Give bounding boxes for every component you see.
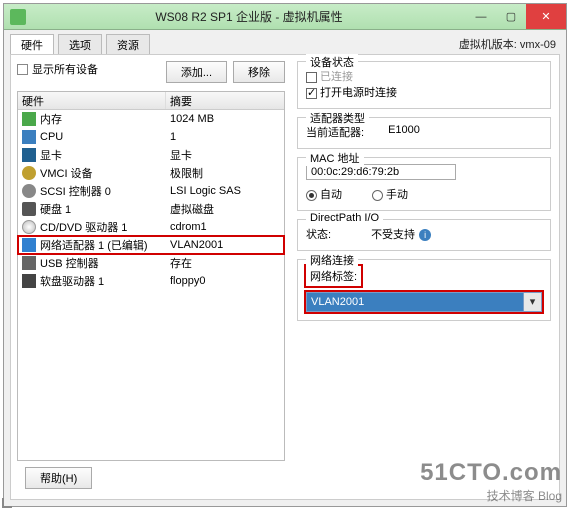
hw-summary: 极限制	[166, 165, 284, 181]
help-button[interactable]: 帮助(H)	[25, 467, 92, 489]
col-header-summary: 摘要	[166, 92, 284, 109]
group-directpath: DirectPath I/O 状态: 不受支持i	[297, 219, 551, 251]
tab-resources[interactable]: 资源	[106, 34, 150, 55]
hw-summary: 1024 MB	[166, 113, 284, 125]
hw-row-net[interactable]: 网络适配器 1 (已编辑) VLAN2001	[18, 236, 284, 254]
connected-label: 已连接	[320, 71, 353, 83]
adapter-type-legend: 适配器类型	[306, 110, 369, 126]
network-label-combo[interactable]: VLAN2001 ▾	[306, 292, 542, 312]
hw-name: CPU	[40, 131, 63, 143]
app-icon	[10, 9, 26, 25]
info-icon[interactable]: i	[419, 229, 431, 241]
close-button[interactable]: ✕	[526, 4, 566, 29]
adapter-type-label: 当前适配器:	[306, 124, 364, 140]
hw-summary: 虚拟磁盘	[166, 201, 284, 217]
cpu-icon	[22, 130, 36, 144]
col-header-hardware: 硬件	[18, 92, 166, 109]
hw-name: CD/DVD 驱动器 1	[40, 219, 127, 235]
minimize-button[interactable]: —	[466, 4, 496, 29]
watermark: 51CTO.com 技术博客 Blog	[420, 459, 562, 504]
hw-row-cd[interactable]: CD/DVD 驱动器 1 cdrom1	[18, 218, 284, 236]
hw-summary: 显卡	[166, 147, 284, 163]
titlebar: WS08 R2 SP1 企业版 - 虚拟机属性 — ▢ ✕	[4, 4, 566, 30]
remove-button[interactable]: 移除	[233, 61, 285, 83]
hw-row-disp[interactable]: 显卡 显卡	[18, 146, 284, 164]
hw-name: 网络适配器 1 (已编辑)	[40, 237, 148, 253]
cd-icon	[22, 220, 36, 234]
hw-name: USB 控制器	[40, 255, 99, 271]
mac-auto-label: 自动	[320, 189, 342, 201]
window-title: WS08 R2 SP1 企业版 - 虚拟机属性	[32, 8, 466, 25]
hw-summary: cdrom1	[166, 221, 284, 233]
hw-row-scsi[interactable]: SCSI 控制器 0 LSI Logic SAS	[18, 182, 284, 200]
hw-name: VMCI 设备	[40, 165, 93, 181]
add-button[interactable]: 添加...	[166, 61, 227, 83]
netconn-legend: 网络连接	[306, 252, 358, 268]
hw-name: 内存	[40, 111, 62, 127]
hw-summary: 1	[166, 131, 284, 143]
poweron-connect-checkbox[interactable]	[306, 88, 317, 99]
scsi-icon	[22, 184, 36, 198]
hw-summary: 存在	[166, 255, 284, 271]
device-status-legend: 设备状态	[306, 54, 358, 70]
adapter-type-value: E1000	[388, 124, 420, 140]
hw-row-usb[interactable]: USB 控制器 存在	[18, 254, 284, 272]
hw-name: SCSI 控制器 0	[40, 183, 111, 199]
hw-row-floppy[interactable]: 软盘驱动器 1 floppy0	[18, 272, 284, 290]
hw-name: 显卡	[40, 147, 62, 163]
group-mac: MAC 地址 00:0c:29:d6:79:2b 自动 手动	[297, 157, 551, 211]
tab-options[interactable]: 选项	[58, 34, 102, 55]
network-label-text: 网络标签:	[306, 266, 361, 286]
mac-auto-radio[interactable]	[306, 190, 317, 201]
mac-legend: MAC 地址	[306, 150, 364, 166]
group-network-connection: 网络连接 网络标签: VLAN2001 ▾	[297, 259, 551, 321]
tab-hardware[interactable]: 硬件	[10, 34, 54, 55]
show-all-devices-checkbox[interactable]	[17, 64, 28, 75]
floppy-icon	[22, 274, 36, 288]
watermark-small: 技术博客 Blog	[420, 487, 562, 504]
usb-icon	[22, 256, 36, 270]
vm-version-label: 虚拟机版本: vmx-09	[459, 36, 556, 52]
watermark-big: 51CTO.com	[420, 459, 562, 487]
net-icon	[22, 238, 36, 252]
corner-mark	[2, 498, 12, 508]
hw-summary: floppy0	[166, 275, 284, 287]
hw-row-mem[interactable]: 内存 1024 MB	[18, 110, 284, 128]
vmci-icon	[22, 166, 36, 180]
network-label-value: VLAN2001	[307, 296, 523, 308]
poweron-connect-label: 打开电源时连接	[320, 87, 397, 99]
maximize-button[interactable]: ▢	[496, 4, 526, 29]
connected-checkbox[interactable]	[306, 72, 317, 83]
mac-manual-radio[interactable]	[372, 190, 383, 201]
hw-name: 软盘驱动器 1	[40, 273, 104, 289]
mem-icon	[22, 112, 36, 126]
hw-row-cpu[interactable]: CPU 1	[18, 128, 284, 146]
mac-field[interactable]: 00:0c:29:d6:79:2b	[306, 164, 456, 180]
directpath-value: 不受支持	[371, 229, 415, 241]
chevron-down-icon[interactable]: ▾	[523, 293, 541, 311]
hw-row-vmci[interactable]: VMCI 设备 极限制	[18, 164, 284, 182]
directpath-legend: DirectPath I/O	[306, 212, 383, 224]
hw-name: 硬盘 1	[40, 201, 71, 217]
hw-summary: LSI Logic SAS	[166, 185, 284, 197]
show-all-devices-label: 显示所有设备	[32, 61, 98, 77]
hw-summary: VLAN2001	[166, 239, 284, 251]
disk-icon	[22, 202, 36, 216]
directpath-label: 状态:	[306, 226, 331, 242]
group-device-status: 设备状态 已连接 打开电源时连接	[297, 61, 551, 109]
disp-icon	[22, 148, 36, 162]
hardware-list: 硬件 摘要 内存1024 MBCPU1显卡显卡VMCI 设备极限制SCSI 控制…	[17, 91, 285, 461]
hw-row-disk[interactable]: 硬盘 1 虚拟磁盘	[18, 200, 284, 218]
group-adapter-type: 适配器类型 当前适配器: E1000	[297, 117, 551, 149]
mac-manual-label: 手动	[386, 189, 408, 201]
